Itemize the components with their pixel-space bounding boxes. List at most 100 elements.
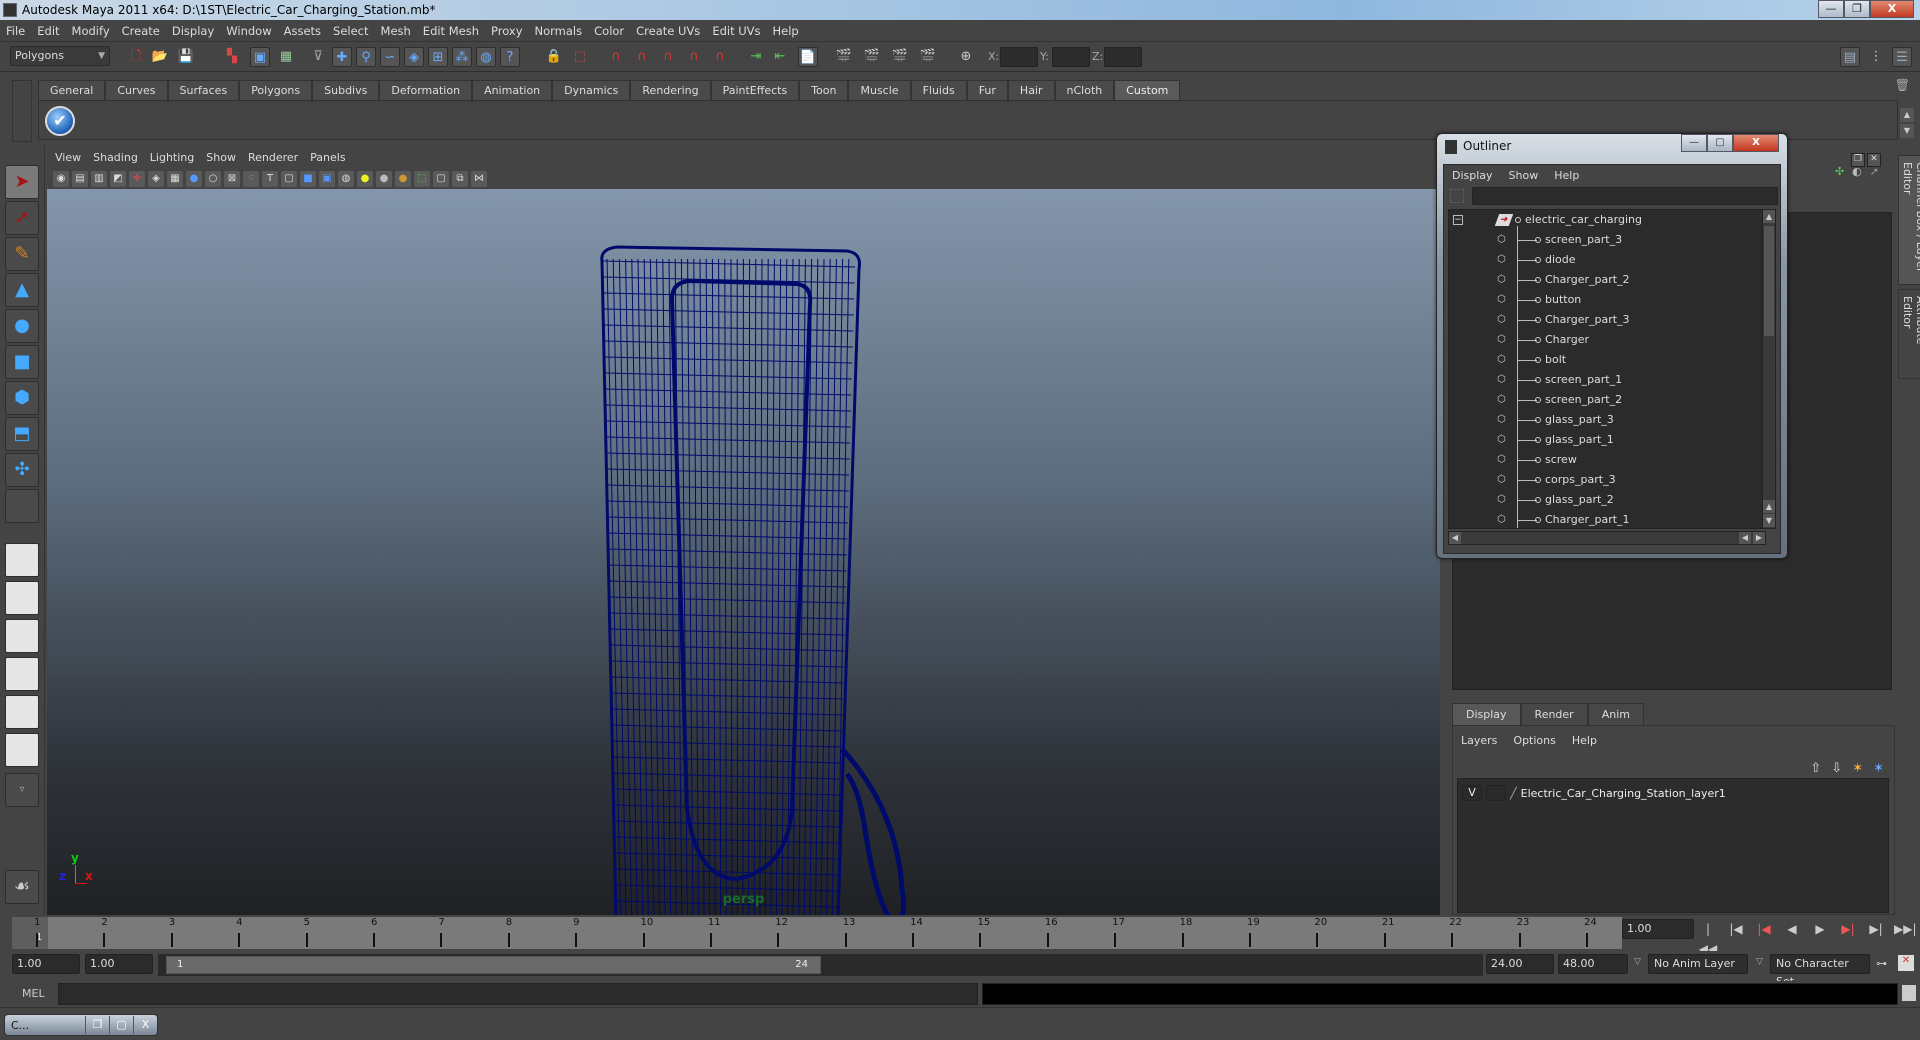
new-scene-icon[interactable]: 🗋	[126, 47, 146, 67]
input-operations-icon[interactable]: ⇥	[746, 47, 766, 67]
step-forward-key-icon[interactable]: ▶|	[1838, 919, 1858, 939]
save-scene-icon[interactable]: 💾	[176, 47, 196, 67]
chevron-down-icon[interactable]: ▽	[1634, 957, 1641, 967]
z-field[interactable]	[1104, 47, 1142, 67]
outliner-menu-show[interactable]: Show	[1509, 169, 1539, 182]
layer-type-toggle[interactable]	[1486, 785, 1506, 801]
layer-visibility-toggle[interactable]: V	[1462, 785, 1482, 801]
universal-manipulator-icon[interactable]: ▲	[5, 273, 39, 307]
tree-item[interactable]: ⬡ screw	[1449, 450, 1765, 470]
menu-color[interactable]: Color	[594, 24, 624, 38]
menu-mesh[interactable]: Mesh	[381, 24, 411, 38]
menu-help[interactable]: Help	[773, 24, 799, 38]
minimized-window[interactable]: C... ❐ ▢ X	[4, 1014, 158, 1036]
tree-item[interactable]: ⬡ glass_part_3	[1449, 410, 1765, 430]
image-plane-icon[interactable]: ◩	[110, 171, 126, 187]
animation-preferences-icon[interactable]: ✕	[1898, 955, 1914, 971]
shelf-tab-deformation[interactable]: Deformation	[379, 80, 473, 100]
select-camera-icon[interactable]: ◉	[53, 171, 69, 187]
playback-end-field[interactable]: 24.00	[1486, 954, 1554, 974]
outliner-minimize-button[interactable]: —	[1681, 134, 1707, 152]
safe-title-icon[interactable]: T	[262, 171, 278, 187]
shelf-tab-rendering[interactable]: Rendering	[630, 80, 711, 100]
menu-proxy[interactable]: Proxy	[491, 24, 523, 38]
shelf-scroll-up-icon[interactable]: ▲	[1900, 108, 1914, 122]
xray-joints-icon[interactable]: ⧉	[452, 171, 468, 187]
field-chart-icon[interactable]: ⊠	[224, 171, 240, 187]
trash-icon[interactable]: 🗑	[1895, 78, 1910, 92]
select-rendering-icon[interactable]: ◍	[476, 47, 496, 67]
tree-item[interactable]: ⬡ Charger_part_3	[1449, 310, 1765, 330]
shelf-tab-toon[interactable]: Toon	[799, 80, 849, 100]
select-misc-icon[interactable]: ?	[500, 47, 520, 67]
render-view-icon[interactable]: 🎬	[834, 47, 854, 67]
tree-item[interactable]: ⬡ Charger_part_1	[1449, 510, 1765, 528]
outliner-close-button[interactable]: X	[1733, 134, 1779, 152]
select-handles-icon[interactable]: ✚	[332, 47, 352, 67]
menu-window[interactable]: Window	[226, 24, 271, 38]
step-back-frame-icon[interactable]: |◀	[1726, 919, 1746, 939]
viewport-canvas[interactable]: y x z persp	[47, 189, 1440, 915]
gate-mask-icon[interactable]: ○	[205, 171, 221, 187]
viewport-menu-show[interactable]: Show	[206, 151, 236, 169]
camera-attributes-icon[interactable]: ▤	[72, 171, 88, 187]
minimize-button[interactable]: —	[1818, 0, 1844, 18]
tree-item[interactable]: ⬡ Charger_part_2	[1449, 270, 1765, 290]
channel-box-toggle-icon[interactable]: ☰	[1892, 47, 1912, 67]
last-tool-slot[interactable]	[5, 489, 39, 523]
speed-icon[interactable]: ◐	[1852, 165, 1862, 178]
rotate-tool-icon[interactable]: ●	[5, 309, 39, 343]
character-set-dropdown[interactable]: No Character Set	[1770, 954, 1870, 988]
outliner-menu-display[interactable]: Display	[1452, 169, 1493, 182]
safe-action-icon[interactable]: ⁖	[243, 171, 259, 187]
layout-expand-icon[interactable]: ▿	[5, 773, 39, 807]
construction-history-icon[interactable]: 📄	[798, 47, 818, 67]
smooth-shade-icon[interactable]: ■	[300, 171, 316, 187]
ipr-render-icon[interactable]: 🎬	[890, 47, 910, 67]
shelf-tab-fluids[interactable]: Fluids	[910, 80, 967, 100]
persp-graph-hypergraph-layout-icon[interactable]	[5, 733, 39, 767]
move-layer-up-icon[interactable]: ⇧	[1810, 761, 1821, 776]
scroll-up-icon[interactable]: ▲	[1763, 500, 1775, 513]
viewport-menu-renderer[interactable]: Renderer	[248, 151, 298, 169]
range-slider-bar[interactable]: 1 24	[166, 956, 821, 974]
shelf-scroll-down-icon[interactable]: ▼	[1900, 124, 1914, 138]
shelf-tab-muscle[interactable]: Muscle	[848, 80, 911, 100]
shelf-tab-general[interactable]: General	[38, 80, 106, 100]
manipulator-icon[interactable]: ✣	[1835, 165, 1844, 178]
grid-icon[interactable]: ◈	[148, 171, 164, 187]
select-curves-icon[interactable]: ∽	[380, 47, 400, 67]
current-frame-marker[interactable]	[12, 917, 48, 949]
tree-item[interactable]: ⬡ glass_part_2	[1449, 490, 1765, 510]
outliner-vertical-scrollbar[interactable]: ▲ ▲ ▼	[1762, 209, 1776, 529]
shelf-tab-ncloth[interactable]: nCloth	[1054, 80, 1115, 100]
auto-key-icon[interactable]: ⊶	[1876, 957, 1887, 970]
move-layer-down-icon[interactable]: ⇩	[1831, 761, 1842, 776]
scroll-up-icon[interactable]: ▲	[1763, 210, 1775, 223]
persp-outliner-layout-icon[interactable]	[5, 619, 39, 653]
snap-point-icon[interactable]: ∩	[658, 47, 678, 67]
lasso-tool-icon[interactable]: ➚	[5, 201, 39, 235]
restore-button[interactable]: ❐	[1844, 0, 1870, 18]
film-gate-icon[interactable]: ▦	[167, 171, 183, 187]
select-deformations-icon[interactable]: ⊞	[428, 47, 448, 67]
bookmarks-icon[interactable]: ▥	[91, 171, 107, 187]
tool-settings-toggle-icon[interactable]: ⋮	[1866, 47, 1886, 67]
shadows-icon[interactable]: ●	[376, 171, 392, 187]
high-quality-icon[interactable]: ●	[395, 171, 411, 187]
shelf-tab-surfaces[interactable]: Surfaces	[167, 80, 240, 100]
scale-tool-icon[interactable]: ■	[5, 345, 39, 379]
layer-row[interactable]: V ╱ Electric_Car_Charging_Station_layer1	[1462, 785, 1726, 801]
scroll-left-icon[interactable]: ◀	[1739, 532, 1751, 544]
layer-tab-display[interactable]: Display	[1452, 703, 1521, 725]
minimized-restore-button[interactable]: ❐	[85, 1016, 109, 1034]
scroll-down-icon[interactable]: ▼	[1763, 514, 1775, 527]
tree-item-root[interactable]: − ➔ electric_car_charging	[1449, 210, 1765, 230]
play-backwards-icon[interactable]: ◀	[1782, 919, 1802, 939]
menu-file[interactable]: File	[6, 24, 25, 38]
four-view-layout-icon[interactable]	[5, 581, 39, 615]
scroll-right-icon[interactable]: ▶	[1753, 532, 1765, 544]
menu-modify[interactable]: Modify	[72, 24, 110, 38]
open-scene-icon[interactable]: 📂	[150, 47, 170, 67]
viewport-menu-shading[interactable]: Shading	[93, 151, 138, 169]
